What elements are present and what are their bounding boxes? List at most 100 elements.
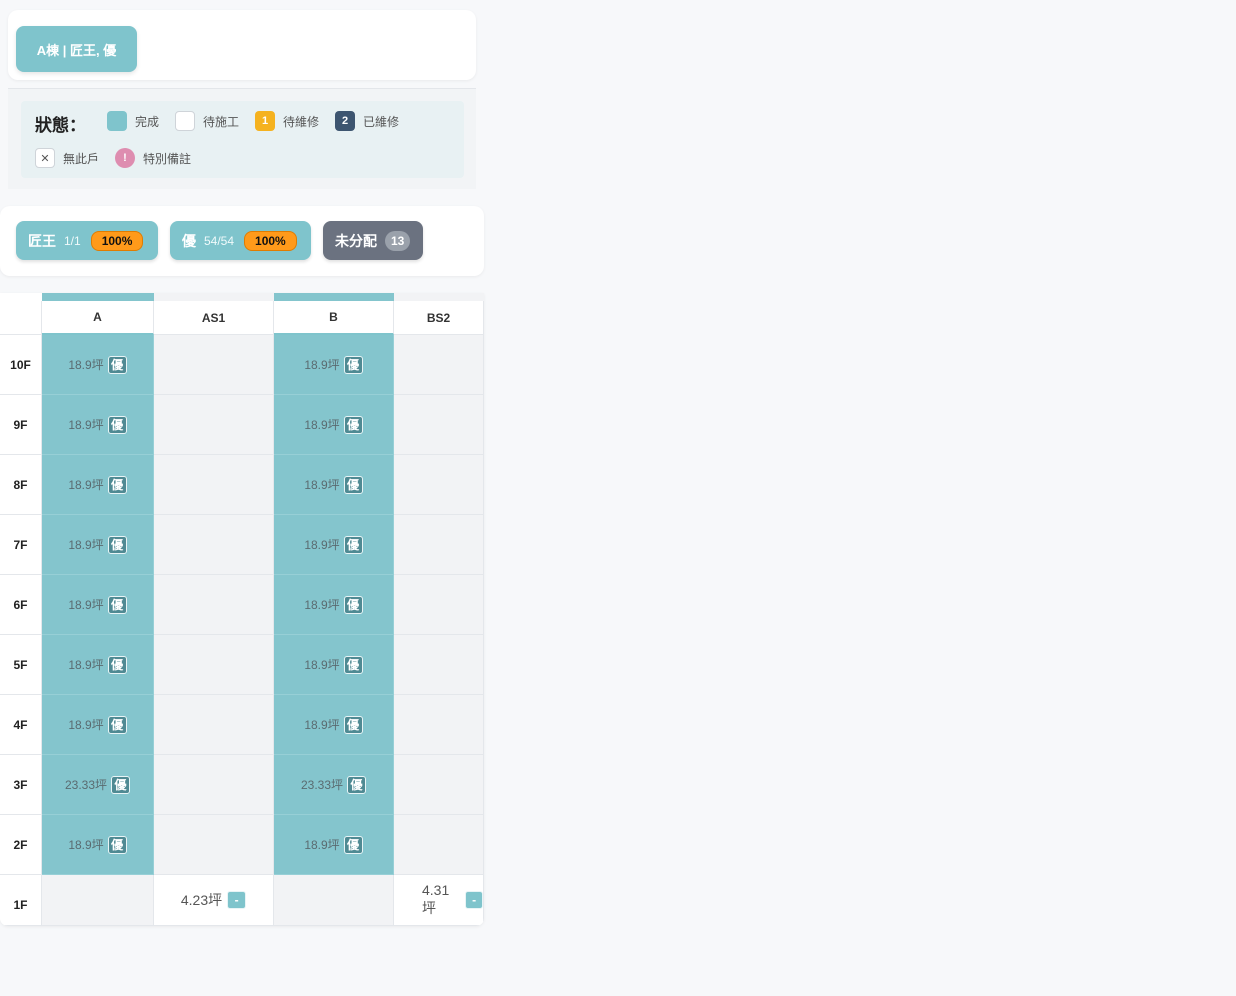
worker-tag: 優 <box>107 715 127 734</box>
unit-cell[interactable]: 18.9坪優 <box>274 635 394 695</box>
unit-area: 18.9坪 <box>304 658 340 672</box>
worker-name: 匠王 <box>28 232 56 249</box>
unit-cell-empty <box>394 815 484 875</box>
repaired-swatch: 2 <box>335 111 355 131</box>
unit-cell-empty <box>394 635 484 695</box>
unit-cell[interactable]: 18.9坪優 <box>274 695 394 755</box>
unit-cell-empty <box>274 875 394 926</box>
unit-cell-empty <box>394 695 484 755</box>
unit-cell-empty <box>394 335 484 395</box>
unit-area: 18.9坪 <box>68 358 104 372</box>
unit-cell-empty <box>154 815 274 875</box>
unit-area: 18.9坪 <box>68 658 104 672</box>
worker-chip-you[interactable]: 優 54/54 100% <box>170 221 311 260</box>
legend-item-done: 完成 <box>107 111 159 131</box>
unit-cell[interactable]: 18.9坪優 <box>274 515 394 575</box>
unit-cell[interactable]: 18.9坪優 <box>42 575 154 635</box>
unit-cell-empty <box>394 515 484 575</box>
worker-tag: 優 <box>343 715 363 734</box>
worker-tag: 優 <box>343 415 363 434</box>
unit-cell[interactable]: 18.9坪優 <box>42 335 154 395</box>
unit-cell[interactable]: 18.9坪優 <box>42 515 154 575</box>
worker-tag: 優 <box>343 655 363 674</box>
unit-cell-empty <box>154 335 274 395</box>
floor-label: 4F <box>0 695 42 755</box>
unit-area: 18.9坪 <box>68 418 104 432</box>
unit-cell[interactable]: 18.9坪優 <box>274 815 394 875</box>
ghost-cell <box>42 293 154 301</box>
column-header-b: B <box>274 301 394 335</box>
unit-cell[interactable]: 18.9坪優 <box>42 395 154 455</box>
unit-area: 23.33坪 <box>64 778 108 792</box>
unit-cell-empty <box>154 575 274 635</box>
worker-percent: 100% <box>90 230 144 251</box>
worker-tag: 優 <box>107 655 127 674</box>
floor-label: 8F <box>0 455 42 515</box>
worker-tag: 優 <box>111 775 131 794</box>
unit-cell[interactable]: 18.9坪優 <box>274 395 394 455</box>
unit-cell[interactable]: 23.33坪優 <box>274 755 394 815</box>
worker-filter-bar: 匠王 1/1 100% 優 54/54 100% 未分配 13 <box>0 206 484 276</box>
unit-cell-empty <box>42 875 154 926</box>
floor-label: 5F <box>0 635 42 695</box>
pending-swatch <box>175 111 195 131</box>
unit-cell-empty <box>154 515 274 575</box>
unit-area: 18.9坪 <box>68 838 104 852</box>
unit-cell[interactable]: 18.9坪優 <box>274 575 394 635</box>
unit-cell[interactable]: 18.9坪優 <box>274 335 394 395</box>
worker-count: 54/54 <box>204 233 235 248</box>
unit-cell[interactable]: 18.9坪優 <box>42 695 154 755</box>
building-tab-a[interactable]: A棟 | 匠王, 優 <box>16 26 137 72</box>
unassigned-tag: - <box>465 891 483 909</box>
unit-cell[interactable]: 4.23坪 - <box>154 875 274 926</box>
column-header-bs2: BS2 <box>394 301 484 335</box>
unassigned-chip[interactable]: 未分配 13 <box>323 221 423 260</box>
legend-item-to-repair: 1 待維修 <box>255 111 319 131</box>
unit-area: 18.9坪 <box>304 598 340 612</box>
corner-cell <box>0 301 42 335</box>
worker-tag: 優 <box>343 595 363 614</box>
unit-area: 18.9坪 <box>304 718 340 732</box>
unit-cell[interactable]: 18.9坪優 <box>274 455 394 515</box>
unit-cell[interactable]: 18.9坪優 <box>42 635 154 695</box>
unit-cell-empty <box>154 455 274 515</box>
legend-label: 待施工 <box>203 114 240 129</box>
floor-label: 9F <box>0 395 42 455</box>
unassigned-count: 13 <box>385 230 411 251</box>
worker-percent: 100% <box>244 230 297 251</box>
scrolled-row-edge <box>0 293 484 301</box>
legend-item-no-unit: ✕ 無此戶 <box>35 148 99 168</box>
worker-tag: 優 <box>343 355 363 374</box>
legend-item-special-note: ! 特別備註 <box>115 148 191 168</box>
legend-item-repaired: 2 已維修 <box>335 111 399 131</box>
worker-tag: 優 <box>107 415 127 434</box>
unit-grid: A AS1 B BS2 10F 18.9坪優 18.9坪優 9F 18.9坪優 18.9坪優 8F 1… <box>0 293 484 926</box>
floor-label: 10F <box>0 335 42 395</box>
worker-tag: 優 <box>343 475 363 494</box>
worker-name: 優 <box>182 232 196 249</box>
to-repair-swatch: 1 <box>255 111 275 131</box>
unit-area: 18.9坪 <box>304 478 340 492</box>
unit-cell-empty <box>154 755 274 815</box>
unit-cell[interactable]: 4.31坪 - <box>394 875 484 926</box>
unassigned-tag: - <box>227 891 247 909</box>
unit-cell[interactable]: 18.9坪優 <box>42 455 154 515</box>
unit-area: 23.33坪 <box>300 778 344 792</box>
unit-cell-empty <box>154 695 274 755</box>
legend-label: 無此戶 <box>63 151 100 166</box>
worker-count: 1/1 <box>64 233 81 248</box>
unit-cell[interactable]: 18.9坪優 <box>42 815 154 875</box>
floor-label: 1F <box>0 875 42 926</box>
floor-label: 7F <box>0 515 42 575</box>
legend-section: 狀態： 完成 待施工 1 待維修 2 已維修 ✕ 無此戶 ! 特別備註 <box>8 88 476 189</box>
unassigned-label: 未分配 <box>335 232 377 249</box>
close-icon: ✕ <box>35 148 55 168</box>
unit-cell-empty <box>394 395 484 455</box>
worker-chip-jiangwang[interactable]: 匠王 1/1 100% <box>16 221 158 260</box>
unit-cell-empty <box>154 395 274 455</box>
legend-title: 狀態： <box>35 116 86 135</box>
unit-cell[interactable]: 23.33坪優 <box>42 755 154 815</box>
unit-area: 18.9坪 <box>68 538 104 552</box>
column-header-a: A <box>42 301 154 335</box>
alert-icon: ! <box>115 148 135 168</box>
